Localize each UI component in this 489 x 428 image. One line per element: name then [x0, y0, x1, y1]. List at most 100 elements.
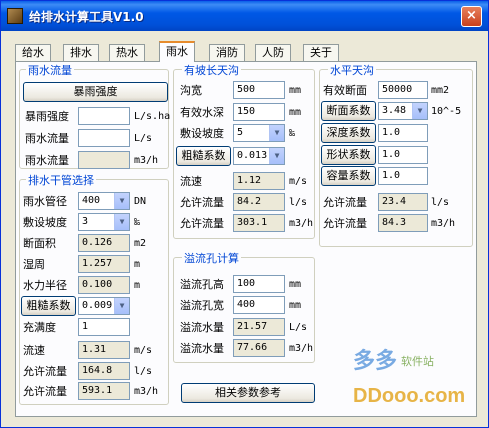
overflow-flow-m3h-field: 77.66	[233, 339, 285, 357]
unit: m3/h	[134, 155, 159, 166]
unit: m2	[134, 238, 147, 249]
group-title: 有坡长天沟	[182, 62, 241, 78]
watermark-logo: 多多	[353, 348, 398, 374]
storm-intensity-field[interactable]	[78, 107, 130, 125]
fullness-field[interactable]: 1	[78, 318, 130, 336]
app-window: 给排水计算工具V1.0 × 给水 排水 热水 雨水 消防 人防 关于 雨水流量 …	[0, 0, 489, 428]
label: 雨水流量	[25, 132, 69, 145]
unit: m	[134, 259, 141, 270]
label: 有效水深	[180, 106, 224, 119]
chevron-down-icon[interactable]: ▼	[114, 214, 129, 230]
label: 有效断面	[323, 84, 367, 97]
area-field: 0.126	[78, 234, 130, 252]
gutter-velocity-field: 1.12	[233, 172, 285, 190]
roughness-button[interactable]: 粗糙系数	[21, 296, 76, 316]
overflow-width-field[interactable]: 400	[233, 296, 285, 314]
pipe-slope-select[interactable]: 3 ▼	[78, 213, 130, 231]
tab-civil-defense[interactable]: 人防	[255, 44, 291, 61]
storm-flow-ls-field[interactable]	[78, 129, 130, 147]
section-coefficient-select[interactable]: 3.48 ▼	[378, 102, 428, 120]
section-coefficient-button[interactable]: 断面系数	[321, 101, 376, 121]
unit: 10^-5	[431, 106, 462, 117]
label: 雨水流量	[25, 154, 69, 167]
gutter-width-field[interactable]: 500	[233, 81, 285, 99]
unit: ‰	[134, 217, 141, 228]
watermark-tag: 软件站	[401, 355, 434, 368]
label: 溢流孔高	[180, 278, 224, 291]
shape-coefficient-field[interactable]: 1.0	[378, 146, 428, 164]
depth-coefficient-button[interactable]: 深度系数	[321, 123, 376, 143]
unit: m3/h	[431, 218, 456, 229]
gutter-slope-select[interactable]: 5 ▼	[233, 124, 285, 142]
depth-coefficient-field[interactable]: 1.0	[378, 124, 428, 142]
hydraulic-radius-field: 0.100	[78, 276, 130, 294]
unit: L/s	[289, 322, 308, 333]
chevron-down-icon[interactable]: ▼	[114, 193, 129, 209]
label: 暴雨强度	[25, 110, 69, 123]
tab-drainage[interactable]: 排水	[63, 44, 99, 61]
group-title: 雨水流量	[26, 62, 74, 78]
label: 湿周	[23, 258, 45, 271]
unit: L/s.ha	[134, 111, 171, 122]
reference-params-button[interactable]: 相关参数参考	[181, 383, 315, 403]
label: 敷设坡度	[23, 216, 67, 229]
label: 溢流孔宽	[180, 299, 224, 312]
pipe-roughness-select[interactable]: 0.009 ▼	[78, 297, 130, 315]
unit: mm	[289, 107, 302, 118]
select-value: 0.009	[82, 300, 113, 311]
storm-intensity-button[interactable]: 暴雨强度	[23, 82, 168, 102]
allowed-flow-ls-field: 164.8	[78, 362, 130, 380]
unit: mm	[289, 300, 302, 311]
chevron-down-icon[interactable]: ▼	[114, 298, 129, 314]
unit: m	[134, 280, 141, 291]
overflow-height-field[interactable]: 100	[233, 275, 285, 293]
unit: m/s	[134, 345, 153, 356]
gutter-roughness-select[interactable]: 0.013 ▼	[233, 147, 285, 165]
pipe-diameter-select[interactable]: 400 ▼	[78, 192, 130, 210]
chevron-down-icon[interactable]: ▼	[269, 148, 284, 164]
unit: L/s	[134, 133, 153, 144]
window-title: 给排水计算工具V1.0	[29, 10, 144, 24]
shape-coefficient-button[interactable]: 形状系数	[321, 145, 376, 165]
capacity-coefficient-button[interactable]: 容量系数	[321, 166, 376, 186]
group-title: 水平天沟	[328, 62, 376, 78]
group-title: 排水干管选择	[26, 172, 96, 188]
unit: m3/h	[289, 343, 314, 354]
unit: l/s	[289, 197, 308, 208]
gutter-flow-m3h-field: 303.1	[233, 214, 285, 232]
overflow-flow-ls-field: 21.57	[233, 318, 285, 336]
chevron-down-icon[interactable]: ▼	[412, 103, 427, 119]
unit: m/s	[289, 176, 308, 187]
select-value: 5	[237, 127, 244, 138]
effective-section-field[interactable]: 50000	[378, 81, 428, 99]
title-bar[interactable]: 给排水计算工具V1.0 ×	[1, 1, 488, 31]
tab-about[interactable]: 关于	[303, 44, 339, 61]
tab-fire[interactable]: 消防	[209, 44, 245, 61]
allowed-flow-m3h-field: 593.1	[78, 382, 130, 400]
label: 允许流量	[23, 385, 67, 398]
label: 流速	[23, 344, 45, 357]
chevron-down-icon[interactable]: ▼	[269, 125, 284, 141]
perimeter-field: 1.257	[78, 255, 130, 273]
watermark-site: DDooo.com	[353, 385, 466, 407]
label: 流速	[180, 175, 202, 188]
tab-rainwater[interactable]: 雨水	[159, 41, 195, 62]
label: 溢流水量	[180, 321, 224, 334]
unit: l/s	[134, 366, 153, 377]
unit: DN	[134, 196, 147, 207]
close-button[interactable]: ×	[461, 6, 482, 27]
tab-hot-water[interactable]: 热水	[109, 44, 145, 61]
label: 水力半径	[23, 279, 67, 292]
unit: mm2	[431, 85, 450, 96]
capacity-coefficient-field[interactable]: 1.0	[378, 167, 428, 185]
label: 断面积	[23, 237, 56, 250]
gutter-depth-field[interactable]: 150	[233, 103, 285, 121]
label: 允许流量	[323, 217, 367, 230]
unit: ‰	[289, 128, 296, 139]
roughness-button[interactable]: 粗糙系数	[176, 146, 231, 166]
flat-flow-m3h-field: 84.3	[378, 214, 428, 232]
unit: mm	[289, 279, 302, 290]
unit: l/s	[431, 197, 450, 208]
label: 沟宽	[180, 84, 202, 97]
tab-water-supply[interactable]: 给水	[15, 44, 51, 61]
